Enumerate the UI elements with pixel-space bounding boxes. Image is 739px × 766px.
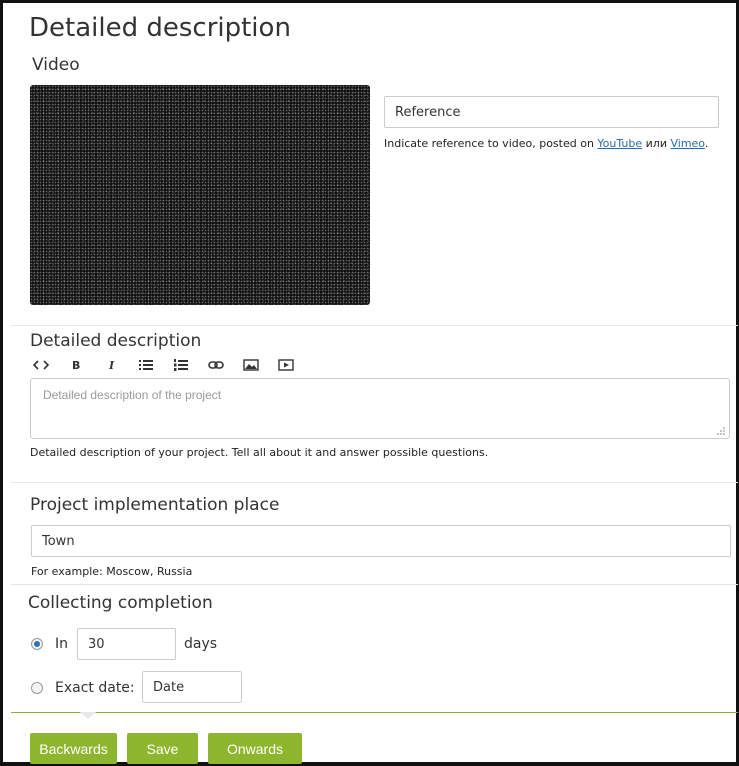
vimeo-link[interactable]: Vimeo [670,137,704,150]
radio-exact-date[interactable] [31,682,43,694]
video-section-title: Video [32,55,80,75]
backwards-button[interactable]: Backwards [30,733,117,764]
italic-icon[interactable]: I [103,357,138,373]
footer-divider [11,712,738,713]
video-hint-prefix: Indicate reference to video, posted on [384,137,598,150]
video-reference-input[interactable] [384,96,719,128]
video-icon[interactable] [278,357,313,373]
description-hint: Detailed description of your project. Te… [30,446,489,459]
step-caret [80,712,96,719]
days-unit-label: days [184,636,218,652]
onwards-button[interactable]: Onwards [208,733,302,764]
completion-section-title: Collecting completion [28,593,213,613]
save-button[interactable]: Save [127,733,198,764]
video-hint: Indicate reference to video, posted on Y… [384,137,708,150]
form-window: Detailed description Video Indicate refe… [0,0,739,766]
video-preview [30,85,370,305]
image-icon[interactable] [243,357,278,373]
bold-icon-glyph: B [72,358,81,372]
youtube-link[interactable]: YouTube [597,137,642,150]
numbered-list-icon[interactable] [173,357,208,373]
divider [11,584,738,585]
radio-days[interactable] [31,638,43,650]
date-input[interactable] [142,671,242,703]
editor-toolbar: B I [33,357,313,373]
bold-icon[interactable]: B [68,357,103,373]
divider [11,482,738,483]
page-title: Detailed description [29,13,291,43]
description-textarea[interactable] [30,378,730,439]
video-hint-or: или [642,137,671,150]
italic-icon-glyph: I [109,358,115,372]
description-section-title: Detailed description [30,331,202,351]
link-icon[interactable] [208,357,243,373]
video-hint-suffix: . [704,137,709,150]
place-hint: For example: Moscow, Russia [31,565,193,578]
resize-grip-icon[interactable] [716,426,726,436]
place-input[interactable] [31,525,731,557]
days-option-label: In [55,636,69,652]
place-section-title: Project implementation place [30,495,280,515]
code-icon[interactable] [33,357,68,373]
divider [11,325,738,326]
exact-date-label: Exact date: [55,680,135,696]
bullet-list-icon[interactable] [138,357,173,373]
days-input[interactable] [77,628,176,660]
